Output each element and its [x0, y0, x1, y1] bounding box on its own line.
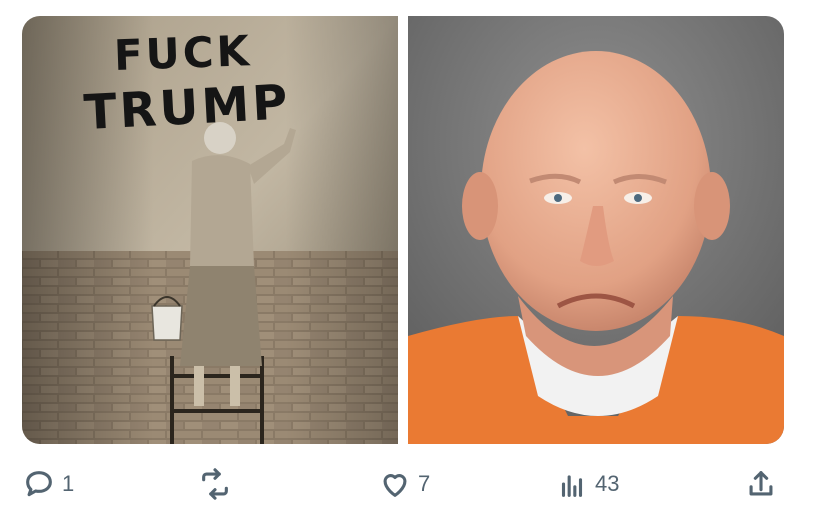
like-count: 7: [418, 471, 431, 496]
repost-icon: [202, 468, 228, 500]
views-button[interactable]: 43: [555, 462, 619, 506]
like-button[interactable]: 7: [378, 462, 430, 506]
views-count: 43: [595, 471, 620, 496]
reply-icon: [26, 471, 52, 497]
media-photo-right[interactable]: [408, 16, 784, 444]
heart-icon: [383, 474, 407, 497]
share-button[interactable]: [744, 462, 778, 506]
reply-button[interactable]: 1: [22, 462, 74, 506]
share-upload-icon: [749, 471, 773, 496]
media-photo-left[interactable]: FUCK TRUMP: [22, 16, 398, 444]
reply-count: 1: [62, 471, 75, 496]
graffiti-photo: FUCK TRUMP: [22, 16, 398, 444]
repost-button[interactable]: [198, 462, 238, 506]
tweet-action-bar: 1 7 43: [0, 462, 820, 506]
portrait-photo: [408, 16, 784, 444]
graffiti-text-line-2: TRUMP: [83, 74, 292, 141]
graffiti-text-line-1: FUCK: [113, 26, 253, 80]
tweet-media-grid: FUCK TRUMP: [22, 16, 784, 444]
views-bar-chart-icon: [561, 475, 583, 497]
